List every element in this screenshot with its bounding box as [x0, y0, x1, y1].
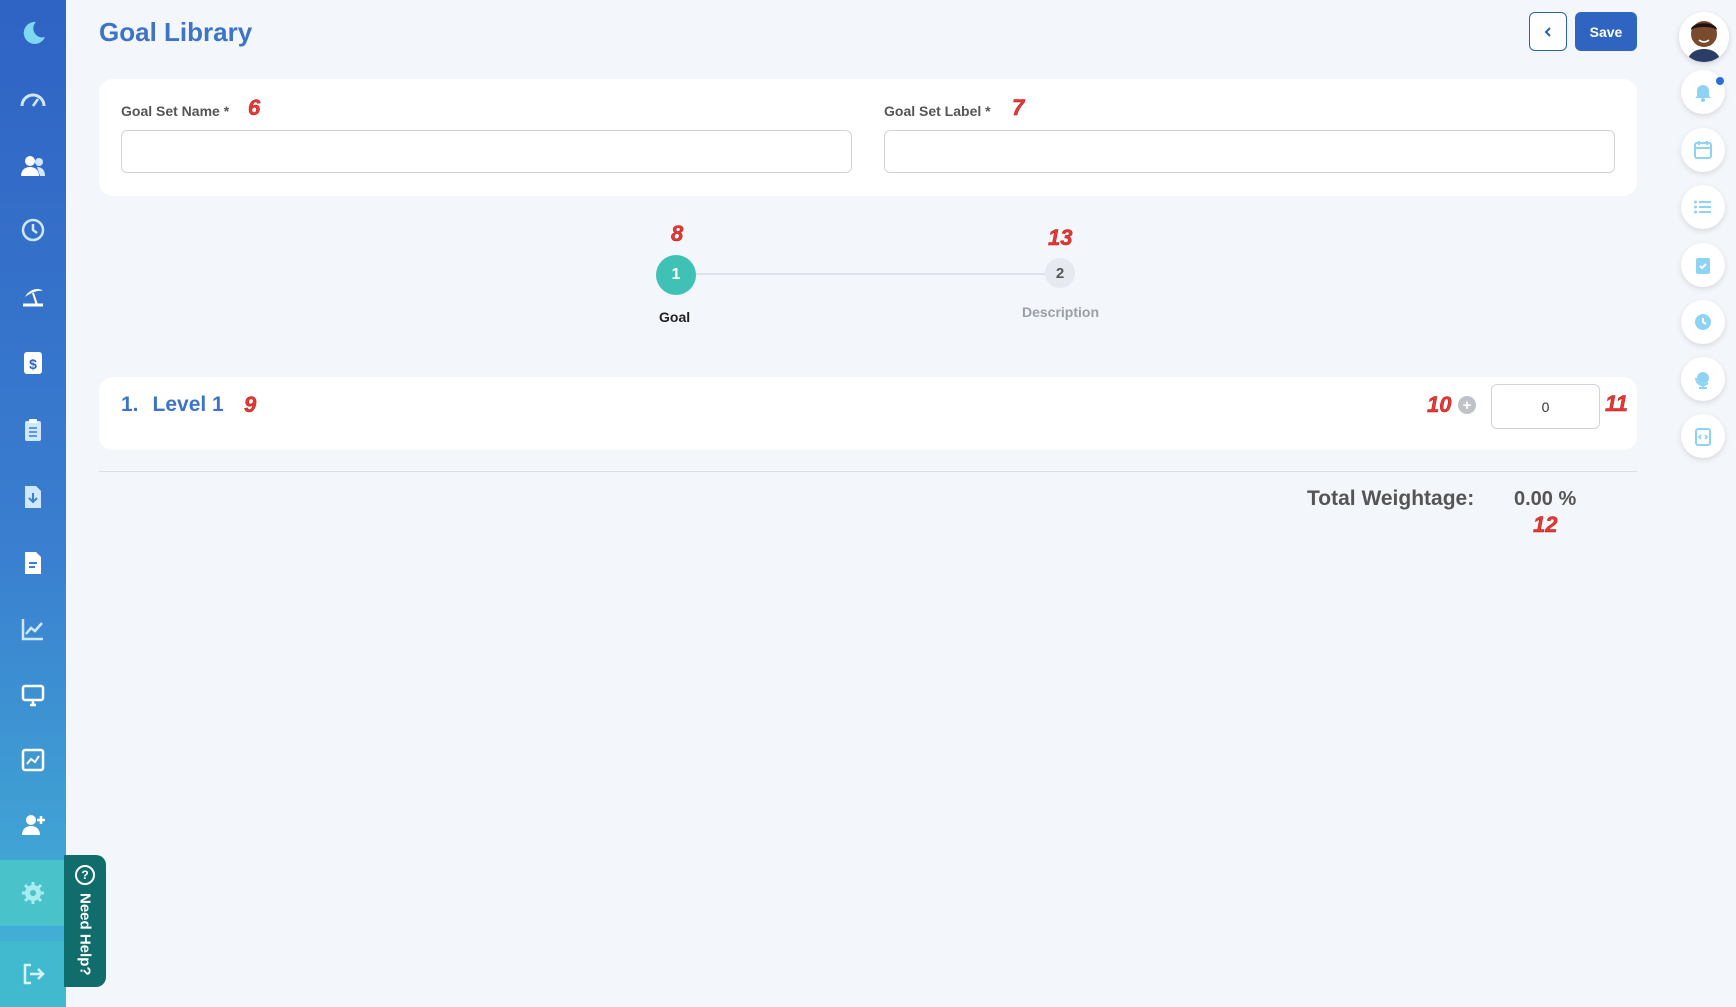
page-title: Goal Library — [99, 17, 253, 47]
report-chart-icon[interactable] — [0, 735, 66, 785]
stepper-line — [676, 273, 1060, 275]
dashboard-gauge-icon[interactable] — [0, 75, 66, 125]
code-clipboard-icon — [1695, 428, 1711, 446]
step-2-circle[interactable]: 2 — [1045, 258, 1075, 288]
globe-icon — [1694, 372, 1709, 389]
logout-icon[interactable] — [0, 941, 66, 1007]
goal-set-label-input[interactable] — [884, 130, 1615, 173]
goal-set-name-input[interactable] — [121, 130, 852, 173]
level-name: Level 1 — [152, 393, 224, 416]
annotation-marker: 7 — [1012, 95, 1025, 121]
need-help-label: Need Help? — [76, 893, 94, 976]
annotation-marker: 11 — [1605, 391, 1628, 417]
settings-gear-icon[interactable] — [0, 860, 66, 926]
need-help-tab[interactable]: ? Need Help? — [64, 855, 106, 987]
level-number: 1. — [121, 393, 139, 416]
leave-beach-icon[interactable] — [0, 270, 66, 320]
annotation-marker: 13 — [1048, 225, 1073, 251]
clock-icon — [1695, 314, 1711, 330]
list-icon — [1694, 200, 1711, 214]
annotation-marker: 6 — [248, 95, 261, 121]
calendar-button[interactable] — [1681, 128, 1725, 172]
clipboard-icon[interactable] — [0, 405, 66, 455]
annotation-marker: 12 — [1533, 512, 1558, 538]
help-question-icon: ? — [75, 865, 95, 885]
annotation-marker: 8 — [671, 221, 684, 247]
monitor-icon[interactable] — [0, 670, 66, 720]
goal-set-name-label: Goal Set Name * — [121, 103, 230, 119]
annotation-marker: 10 — [1427, 392, 1452, 418]
clock-button[interactable] — [1681, 300, 1725, 344]
document-download-icon[interactable] — [0, 472, 66, 522]
annotation-marker: 9 — [244, 392, 257, 418]
save-button[interactable]: Save — [1575, 12, 1637, 51]
add-circle-icon[interactable]: + — [1458, 396, 1476, 414]
svg-text:$: $ — [29, 356, 37, 372]
step-1-label: Goal — [659, 309, 691, 325]
clipboard-check-icon — [1696, 258, 1710, 274]
step-2-label: Description — [1022, 304, 1100, 320]
level-weight-input[interactable] — [1491, 384, 1600, 429]
task-clipboard-button[interactable] — [1681, 243, 1725, 287]
chevron-left-icon — [1544, 26, 1551, 37]
line-chart-icon[interactable] — [0, 604, 66, 654]
payroll-dollar-icon[interactable]: $ — [0, 338, 66, 388]
people-icon[interactable] — [0, 141, 66, 191]
step-1-circle[interactable]: 1 — [656, 255, 696, 295]
history-icon[interactable] — [0, 205, 66, 255]
calendar-icon — [1694, 141, 1712, 159]
add-user-icon[interactable] — [0, 800, 66, 850]
notification-dot — [1716, 77, 1724, 85]
moon-logo-icon[interactable] — [0, 8, 66, 58]
avatar[interactable] — [1679, 12, 1729, 62]
document-text-icon[interactable] — [0, 538, 66, 588]
divider — [99, 471, 1637, 472]
level-title: 1. Level 1 — [121, 393, 224, 417]
back-button[interactable] — [1529, 12, 1567, 51]
level-card — [99, 377, 1637, 450]
bell-icon — [1695, 85, 1711, 102]
globe-button[interactable] — [1681, 357, 1725, 401]
total-weightage-value: 0.00 % — [1514, 488, 1577, 510]
list-button[interactable] — [1681, 185, 1725, 229]
goal-set-label-label: Goal Set Label * — [884, 103, 991, 119]
total-weightage-label: Total Weightage: — [1307, 487, 1475, 510]
code-button[interactable] — [1681, 414, 1725, 458]
sidebar: $ — [0, 0, 66, 1007]
